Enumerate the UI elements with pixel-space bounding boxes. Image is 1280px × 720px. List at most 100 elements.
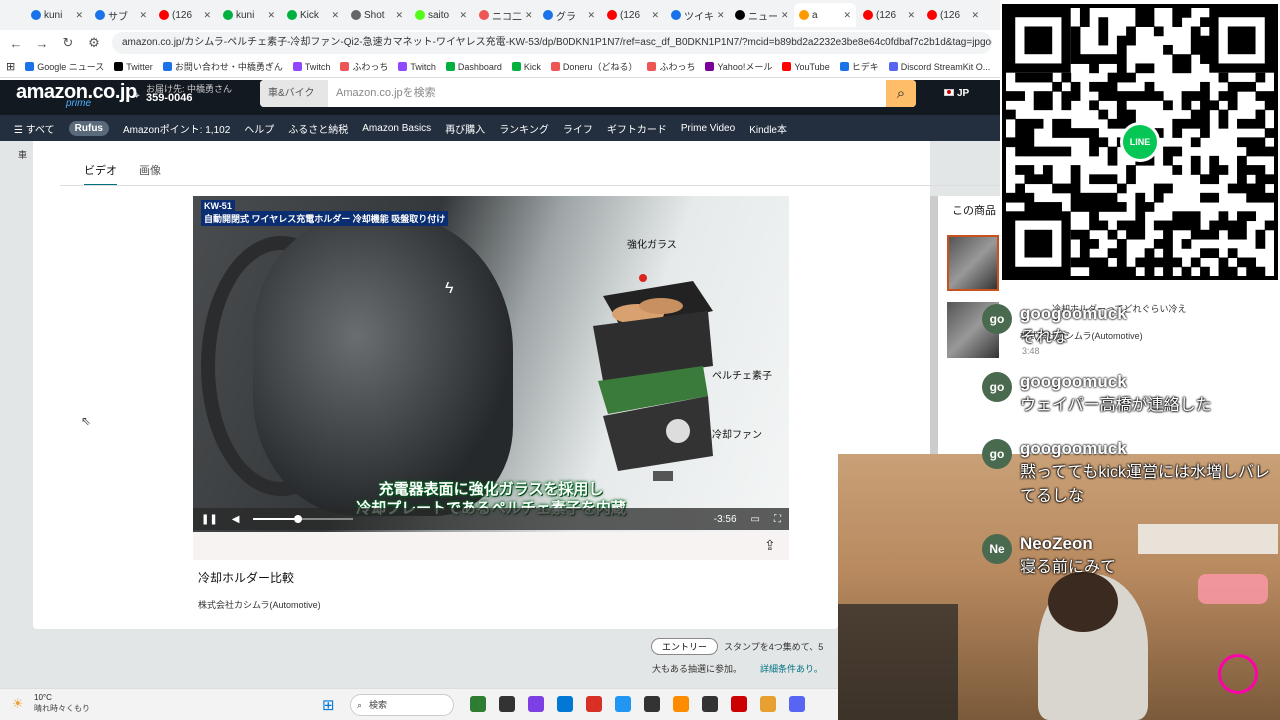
bookmark-item[interactable]: Discord StreamKit O... (888, 62, 990, 72)
bookmark-label: Twitch (410, 61, 436, 72)
site-settings-icon[interactable]: ⚙ (86, 35, 102, 51)
browser-tab[interactable]: グラ ✕ (538, 3, 600, 27)
tab-close-icon[interactable]: ✕ (267, 10, 275, 21)
related-scrollbar[interactable] (930, 196, 938, 454)
browser-tab[interactable]: kuni ✕ (26, 3, 88, 27)
weather-temp[interactable]: 10°C (34, 693, 52, 702)
browser-tab[interactable]: サブ ✕ (90, 3, 152, 27)
apps-icon[interactable]: ⊞ (6, 60, 15, 73)
browser-tab[interactable]: Kick ✕ (282, 3, 344, 27)
tab-close-icon[interactable]: ✕ (203, 10, 211, 21)
taskbar-app-icon[interactable] (557, 696, 573, 712)
taskbar-app-icon[interactable] (644, 696, 660, 712)
taskbar-app-icon[interactable] (528, 696, 544, 712)
taskbar-app-icon[interactable] (702, 696, 718, 712)
reload-icon[interactable]: ↻ (60, 35, 76, 51)
browser-tab[interactable]: ニコ二 ✕ (474, 3, 536, 27)
bookmark-item[interactable]: お問い合わせ・中橋勇ぎん (162, 60, 283, 73)
browser-tab[interactable]: (126 ✕ (154, 3, 216, 27)
mute-icon[interactable]: ◀ (232, 514, 240, 525)
browser-tab[interactable]: saito ✕ (410, 3, 472, 27)
language-selector[interactable]: JP (944, 88, 969, 99)
amazon-nav-item[interactable]: 再び購入 (445, 121, 485, 136)
tab-close-icon[interactable]: ✕ (843, 10, 851, 21)
url-field[interactable]: amazon.co.jp/カシムラ-ペルチェ素子-冷却ファン-Qi2-急速カマネ… (112, 32, 992, 54)
bookmark-item[interactable]: ヒデキ (839, 60, 879, 73)
bookmark-item[interactable]: Dashboard (445, 62, 502, 72)
forward-icon[interactable]: → (34, 36, 50, 51)
amazon-nav-item[interactable]: Kindle本 (749, 121, 787, 136)
tab-close-icon[interactable]: ✕ (907, 10, 915, 21)
entry-button[interactable]: エントリー (651, 638, 719, 655)
pause-icon[interactable]: ❚❚ (201, 514, 218, 525)
browser-tab[interactable]: a ✕ (794, 3, 856, 27)
tab-close-icon[interactable]: ✕ (717, 10, 725, 21)
search-input[interactable]: Amazon.co.jpを検索 (328, 80, 886, 107)
browser-tab[interactable]: (126 ✕ (922, 3, 984, 27)
taskbar-app-icon[interactable] (760, 696, 776, 712)
tab-close-icon[interactable]: ✕ (395, 10, 403, 21)
bookmark-item[interactable]: Google ニュース (25, 60, 104, 73)
bookmark-item[interactable]: Twitch (292, 62, 330, 72)
bookmark-item[interactable]: Yahoo!メール (705, 60, 772, 73)
tab-close-icon[interactable]: ✕ (525, 10, 533, 21)
bookmark-item[interactable]: Twitter (114, 62, 153, 72)
delivery-postcode[interactable]: 359-0046 (146, 92, 193, 104)
taskbar-app-icon[interactable] (615, 696, 631, 712)
stamp-promo-link[interactable]: 詳細条件あり。 (760, 662, 823, 675)
taskbar-search[interactable]: ⌕ 検索 (350, 694, 454, 716)
amazon-nav-item[interactable]: ギフトカード (607, 121, 667, 136)
taskbar-app-icon[interactable] (499, 696, 515, 712)
bookmark-item[interactable]: ふわっち (340, 60, 388, 73)
amazon-nav-item[interactable]: ヘルプ (244, 121, 274, 136)
tab-close-icon[interactable]: ✕ (781, 10, 789, 21)
tab-close-icon[interactable]: ✕ (75, 10, 83, 21)
video-progress-bar[interactable] (253, 515, 354, 523)
amazon-nav-item[interactable]: ☰ すべて (14, 121, 55, 136)
bookmark-item[interactable]: YouTube (782, 62, 830, 72)
bookmark-item[interactable]: Twitch (398, 62, 436, 72)
browser-tab[interactable]: ニュー ✕ (730, 3, 792, 27)
amazon-nav-item[interactable]: ふるさと納税 (288, 121, 348, 136)
tab-close-icon[interactable]: ✕ (587, 10, 595, 21)
search-category-select[interactable]: 車&バイク (260, 80, 328, 107)
bookmark-item[interactable]: Doneru（どねる） (550, 60, 637, 73)
tab-close-icon[interactable]: ✕ (651, 10, 659, 21)
taskbar-app-icon[interactable] (731, 696, 747, 712)
tab-close-icon[interactable]: ✕ (459, 10, 467, 21)
browser-tab[interactable]: (126 ✕ (602, 3, 664, 27)
captions-icon[interactable]: ▭ (751, 514, 760, 525)
bookmark-favicon-icon (705, 62, 715, 71)
taskbar-app-icon[interactable] (470, 696, 486, 712)
browser-tab[interactable]: ツイキ ✕ (666, 3, 728, 27)
tab-video[interactable]: ビデオ (84, 162, 117, 186)
search-button[interactable]: ⌕ (886, 80, 916, 107)
browser-tab[interactable]: (126 ✕ (858, 3, 920, 27)
windows-start-icon[interactable]: ⊞ (322, 696, 335, 714)
amazon-nav-item[interactable]: Rufus (68, 120, 109, 136)
video-player[interactable]: ϟ KW-51 自動開閉式 ワイヤレス充電ホルダー 冷却機能 吸盤取り付け 強化… (193, 196, 789, 532)
taskbar-app-icon[interactable] (586, 696, 602, 712)
bookmark-favicon-icon (162, 62, 172, 71)
label-fan: 冷却ファン (712, 430, 762, 441)
fullscreen-icon[interactable]: ⛶ (774, 514, 781, 525)
taskbar-app-icon[interactable] (789, 696, 805, 712)
amazon-nav-item[interactable]: ランキング (499, 121, 549, 136)
amazon-nav-item[interactable]: Amazon Basics (362, 123, 431, 134)
back-icon[interactable]: ← (8, 36, 24, 51)
tab-close-icon[interactable]: ✕ (971, 10, 979, 21)
tab-close-icon[interactable]: ✕ (139, 10, 147, 21)
tab-close-icon[interactable]: ✕ (331, 10, 339, 21)
amazon-nav-item[interactable]: Prime Video (681, 123, 735, 134)
tab-images[interactable]: 画像 (139, 162, 161, 184)
amazon-nav-item[interactable]: Amazonポイント: 1,102 (123, 121, 230, 136)
weather-desc[interactable]: 晴れ時々くもり (34, 703, 90, 714)
browser-tab[interactable]: kuni ✕ (218, 3, 280, 27)
bookmark-item[interactable]: Kick (511, 62, 541, 72)
related-thumb-selected[interactable] (947, 235, 999, 291)
browser-tab[interactable]: Shot ✕ (346, 3, 408, 27)
amazon-nav-item[interactable]: ライフ (563, 121, 593, 136)
bookmark-item[interactable]: ふわっち (647, 60, 695, 73)
share-icon[interactable]: ⇪ (764, 537, 776, 554)
taskbar-app-icon[interactable] (673, 696, 689, 712)
